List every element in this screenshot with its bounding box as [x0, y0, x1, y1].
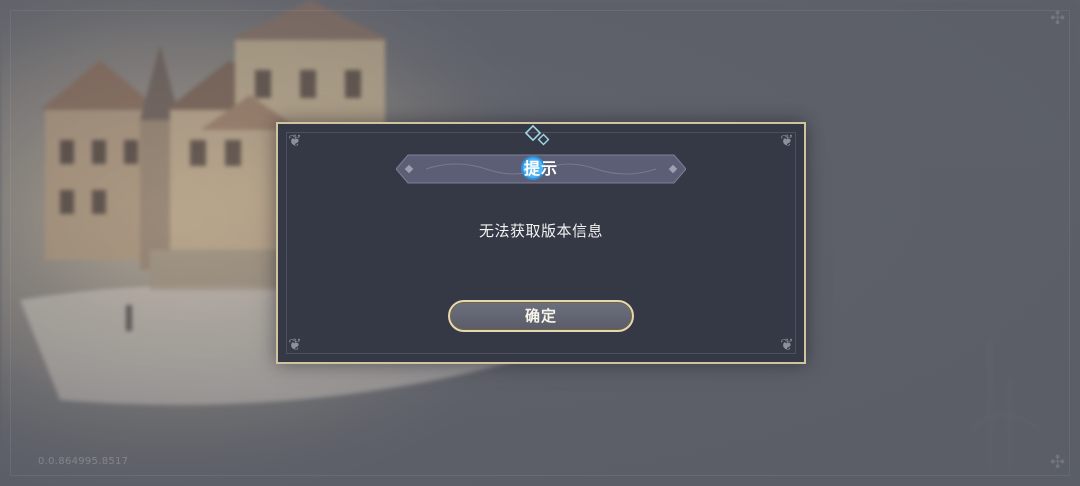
dialog-message: 无法获取版本信息 — [478, 222, 603, 240]
bottom-right-ornament-icon: ✣ — [1050, 452, 1066, 473]
dialog-title: 提示 — [523, 159, 558, 178]
confirm-button[interactable]: 确定 — [448, 300, 634, 332]
title-banner: 提示 — [396, 154, 686, 184]
corner-ornament-icon: ❦ — [780, 335, 794, 354]
corner-ornament-icon: ❦ — [288, 335, 302, 354]
version-label: 0.0.864995.8517 — [38, 456, 129, 467]
alert-dialog: ❦ ❦ ❦ ❦ 提示 无法获取版本信息 确定 — [276, 122, 806, 364]
top-right-ornament-icon: ✣ — [1050, 8, 1066, 29]
crystal-icon — [525, 124, 550, 146]
corner-ornament-icon: ❦ — [780, 131, 794, 150]
game-screen: ✣ ✣ 0.0.864995.8517 ❦ ❦ ❦ ❦ 提示 无法获取版本信息 … — [0, 0, 1080, 486]
corner-ornament-icon: ❦ — [288, 131, 302, 150]
